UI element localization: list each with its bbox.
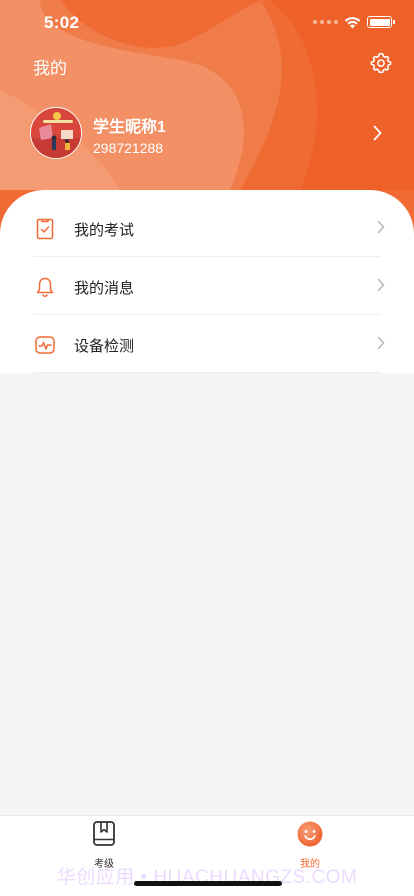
user-nickname: 学生昵称1: [93, 119, 166, 136]
menu-item-device-check[interactable]: 设备检测: [33, 315, 385, 373]
battery-icon: [367, 16, 395, 28]
status-time: 5:02: [44, 13, 80, 32]
settings-button[interactable]: [370, 52, 392, 74]
menu-item-my-exams[interactable]: 我的考试: [33, 199, 385, 257]
chevron-right-icon: [377, 336, 385, 350]
gear-icon: [370, 52, 392, 74]
book-icon: [93, 821, 115, 846]
exam-clipboard-icon: [36, 218, 54, 240]
menu-item-label: 我的考试: [74, 222, 135, 239]
page-title: 我的: [33, 59, 67, 78]
status-bar: 5:02: [0, 0, 414, 44]
bell-icon: [36, 277, 54, 297]
avatar[interactable]: [30, 107, 82, 159]
menu-item-label: 我的消息: [74, 280, 135, 297]
device-check-icon: [35, 336, 55, 354]
profile-row[interactable]: 学生昵称1 298721288: [30, 107, 392, 161]
avatar-image: [31, 108, 81, 158]
home-indicator: [134, 881, 282, 886]
menu-item-my-messages[interactable]: 我的消息: [33, 257, 385, 315]
wifi-icon: [344, 16, 361, 28]
cellular-signal-icon: [313, 20, 338, 24]
user-id: 298721288: [93, 140, 164, 156]
chevron-right-icon: [377, 220, 385, 234]
status-icons: [313, 14, 395, 30]
chevron-right-icon: [377, 278, 385, 292]
menu-item-label: 设备检测: [74, 338, 135, 355]
chevron-right-icon: [373, 125, 382, 141]
menu-card: 我的考试 我的消息 设备检测: [0, 190, 414, 373]
smiley-face-icon: [297, 821, 323, 847]
